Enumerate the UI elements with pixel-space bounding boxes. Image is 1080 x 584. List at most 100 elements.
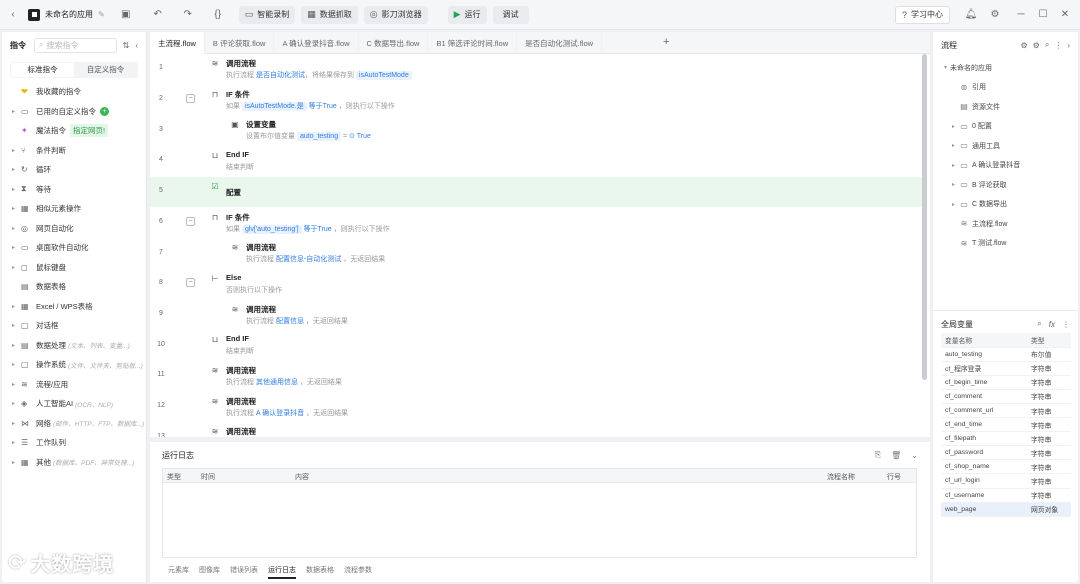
tree-item[interactable]: ≋ T 测试.flow (933, 234, 1078, 254)
undo-icon[interactable]: ↶ (149, 6, 167, 24)
command-category[interactable]: ▤ 数据表格 (2, 277, 146, 297)
search-icon[interactable]: ⌕ (1045, 40, 1049, 50)
plus-icon[interactable]: + (100, 106, 109, 116)
command-category[interactable]: ▸ ◎ 网页自动化 (2, 219, 146, 239)
command-search[interactable]: ⌕ 搜索指令 (34, 37, 117, 53)
global-var-row[interactable]: cf_end_time 字符串 (941, 417, 1071, 433)
editor-tab[interactable]: B1 筛选评论时间.flow (428, 32, 518, 54)
global-var-row[interactable]: cf_filepath 字符串 (941, 431, 1071, 447)
back-icon[interactable]: ‹ (4, 6, 22, 24)
step-link[interactable]: 等于True (309, 103, 337, 110)
save-icon[interactable]: ▣ (117, 6, 135, 24)
step-link[interactable]: 配置信息 (276, 318, 304, 325)
add-tab-icon[interactable]: + (663, 36, 669, 48)
editor-tab[interactable]: 主流程.flow (150, 32, 205, 54)
global-var-row[interactable]: cf_username 字符串 (941, 488, 1071, 503)
bottom-tab[interactable]: 运行日志 (268, 565, 296, 579)
run-button[interactable]: ▶ 运行 (447, 5, 487, 24)
collapse-toggle[interactable]: − (186, 278, 195, 288)
flow-step[interactable]: 10 ⊔ End IF 结束判断 (150, 330, 922, 361)
command-category[interactable]: ▸ ▦ 相似元素操作 (2, 199, 146, 219)
minimize-icon[interactable]: ─ (1012, 6, 1030, 24)
command-category[interactable]: ▸ ◻ 鼠标键盘 (2, 258, 146, 278)
command-category[interactable]: ▸ ▢ 对话框 (2, 316, 146, 336)
editor-tab[interactable]: C 数据导出.flow (359, 32, 429, 54)
search-input[interactable]: 搜索指令 (46, 40, 78, 51)
flow-step[interactable]: 7 ≋ 调用流程 执行流程 配置信息-自动化测试 ，无返回结果 (150, 238, 922, 269)
command-category[interactable]: ✦ 魔法指令 指定网页! (2, 121, 146, 141)
edit-icon[interactable]: ✎ (98, 10, 105, 19)
global-var-row[interactable]: cf_shop_name 字符串 (941, 459, 1071, 475)
add-flow-icon[interactable]: ⚙ (1021, 41, 1028, 50)
tree-item[interactable]: ⊚ 引用 (933, 78, 1078, 98)
chevron-down-icon[interactable]: ⌄ (911, 451, 918, 460)
step-link[interactable]: 是否自动化测试 (256, 72, 305, 79)
global-var-row[interactable]: web_page 网页对象 (941, 502, 1071, 517)
command-category[interactable]: ▸ ↻ 循环 (2, 160, 146, 180)
variable-chip[interactable]: glv['auto_testing'] (241, 224, 302, 234)
tree-item[interactable]: ▸ ▭ B 评论获取 (933, 175, 1078, 195)
command-category[interactable]: ▸ ▦ 其他 (数据库、PDF、异常处理...) (2, 453, 146, 473)
collapse-toggle[interactable]: − (186, 216, 195, 226)
tree-root[interactable]: ▾ 未命名的应用 (933, 58, 1078, 78)
browser-button[interactable]: ◎ 影刀浏览器 (363, 5, 428, 24)
command-category[interactable]: ▸ ▤ 数据处理 (文本、列表、变量...) (2, 336, 146, 356)
tree-item[interactable]: ▸ ▭ 通用工具 (933, 136, 1078, 156)
format-icon[interactable]: {} (209, 6, 227, 24)
flow-step[interactable]: 12 ≋ 调用流程 执行流程 A 确认登录抖音 ，无返回结果 (150, 392, 922, 423)
more-icon[interactable]: ⋮ (1054, 41, 1062, 50)
collapse-right-icon[interactable]: › (1067, 41, 1070, 50)
tree-item[interactable]: ▤ 资源文件 (933, 97, 1078, 117)
bottom-tab[interactable]: 元素库 (168, 565, 189, 579)
tree-item[interactable]: ▸ ▭ 0 配置 (933, 117, 1078, 137)
flow-step[interactable]: 4 ⊔ End IF 结束判断 (150, 146, 922, 177)
global-var-row[interactable]: cf_comment 字符串 (941, 389, 1071, 404)
flow-step[interactable]: 8 − ⊢ Else 否则执行以下操作 (150, 269, 922, 300)
flow-step[interactable]: 13≋调用流程执行流程 B 评论获取 ，无返回结果 (150, 422, 922, 437)
tab-custom[interactable]: 自定义指令 (74, 63, 137, 77)
global-var-row[interactable]: cf_begin_time 字符串 (941, 375, 1071, 390)
command-category[interactable]: ▸ ▭ 已用的自定义指令 + (2, 102, 146, 122)
export-icon[interactable]: ⎘ (875, 450, 881, 460)
editor-tab[interactable]: B 评论获取.flow (205, 32, 275, 54)
flow-step[interactable]: 11 ≋ 调用流程 执行流程 其他通用信息 ，无返回结果 (150, 361, 922, 392)
editor-scrollbar[interactable] (922, 54, 927, 380)
debug-button[interactable]: 调试 (492, 5, 529, 24)
trash-icon[interactable]: 🗑︎ (891, 451, 901, 460)
bottom-tab[interactable]: 图像库 (199, 565, 220, 579)
flow-step[interactable]: 9 ≋ 调用流程 执行流程 配置信息 ，无返回结果 (150, 300, 922, 331)
maximize-icon[interactable]: ☐ (1034, 6, 1052, 24)
variable-chip[interactable]: auto_testing (296, 132, 342, 142)
tree-item[interactable]: ▸ ▭ C 数据导出 (933, 195, 1078, 215)
flow-step[interactable]: 2 − ⊓ IF 条件 如果 isAutoTestMode.是 等于True ，则执行以… (150, 85, 922, 116)
global-var-row[interactable]: cf_comment_url 字符串 (941, 403, 1071, 419)
sort-icon[interactable]: ⇅ (123, 41, 130, 50)
tree-item[interactable]: ▸ ▭ A 确认登录抖音 (933, 156, 1078, 176)
command-category[interactable]: ▸ ☰ 工作队列 (2, 433, 146, 453)
bell-icon[interactable]: 🔔︎ (962, 6, 980, 24)
tab-standard[interactable]: 标准指令 (11, 63, 74, 77)
app-name[interactable]: 未命名的应用 (45, 9, 93, 20)
flow-step[interactable]: 6 − ⊓ IF 条件 如果 glv['auto_testing'] 等于True ，则… (150, 208, 922, 239)
step-link[interactable]: 等于True (304, 226, 332, 233)
step-link[interactable]: 配置信息-自动化测试 (276, 256, 341, 263)
more-icon[interactable]: ⋮ (1062, 320, 1070, 329)
step-link[interactable]: ⊙ True (349, 133, 371, 140)
variable-chip[interactable]: isAutoTestMode.是 (241, 101, 307, 111)
close-icon[interactable]: ✕ (1056, 6, 1074, 24)
bottom-tab[interactable]: 数据表格 (306, 565, 334, 579)
command-category[interactable]: ▸ ⧗ 等待 (2, 180, 146, 200)
step-link[interactable]: A 确认登录抖音 (256, 410, 304, 417)
command-category[interactable]: ▸ ⑂ 条件判断 (2, 141, 146, 161)
collapse-panel-icon[interactable]: ‹ (135, 41, 138, 50)
command-category[interactable]: ▸ ≋ 流程/应用 (2, 375, 146, 395)
command-category[interactable]: ▸ ▢ 操作系统 (文件、文件夹、剪贴板...) (2, 355, 146, 375)
command-category[interactable]: ▸ ▭ 桌面软件自动化 (2, 238, 146, 258)
tree-item[interactable]: ≋ 主流程.flow (933, 214, 1078, 234)
learn-center-button[interactable]: ? 学习中心 (894, 5, 950, 24)
global-var-row[interactable]: cf_url_login 字符串 (941, 473, 1071, 489)
step-link[interactable]: 其他通用信息 (256, 379, 298, 386)
flow-step[interactable]: 1 ≋ 调用流程 执行流程 是否自动化测试，将结果保存到 isAutoTestMode (150, 54, 922, 85)
bottom-tab[interactable]: 流程参数 (344, 565, 372, 579)
command-category[interactable]: ▸ ⋈ 网络 (邮件、HTTP、FTP、数据库...) (2, 414, 146, 434)
